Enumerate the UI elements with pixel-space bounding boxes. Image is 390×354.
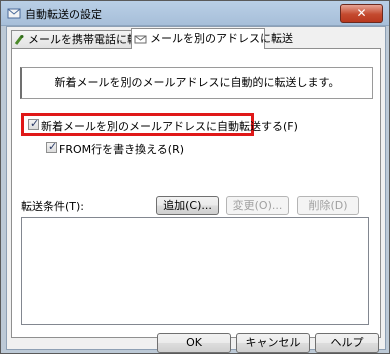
transfer-conditions-list[interactable] — [21, 217, 369, 325]
check-icon: ✓ — [48, 140, 58, 153]
add-button[interactable]: 追加(C)... — [156, 196, 219, 215]
tab-forward-to-address[interactable]: メールを別のアドレスに転送 — [131, 28, 293, 49]
tab-label: メールを別のアドレスに転送 — [150, 32, 293, 45]
close-icon: ✕ — [356, 6, 367, 20]
auto-forward-checkbox[interactable]: ✓ — [28, 117, 40, 130]
close-button[interactable]: ✕ — [340, 4, 383, 23]
transfer-conditions-label: 転送条件(T): — [21, 200, 85, 213]
mail-app-icon — [7, 8, 21, 19]
cancel-button[interactable]: キャンセル — [236, 333, 310, 353]
ok-button[interactable]: OK — [157, 333, 231, 353]
check-icon: ✓ — [30, 117, 40, 130]
settings-dialog: 自動転送の設定 ✕ メールを携帯電話に転送 メールを別のアドレスに転送 新着メー… — [0, 0, 390, 354]
dialog-body: メールを携帯電話に転送 メールを別のアドレスに転送 新着メールを別のメールアドレ… — [6, 26, 386, 353]
tab-forward-to-mobile[interactable]: メールを携帯電話に転送 — [11, 30, 149, 48]
title-bar[interactable]: 自動転送の設定 ✕ — [1, 1, 389, 26]
description-banner: 新着メールを別のメールアドレスに自動的に転送します。 — [20, 67, 373, 99]
edit-button[interactable]: 変更(O)... — [226, 196, 289, 215]
tab-panel: 新着メールを別のメールアドレスに自動的に転送します。 ✓ 新着メールを別のメール… — [11, 48, 381, 338]
delete-button[interactable]: 削除(D) — [297, 196, 359, 215]
mobile-phone-icon — [14, 35, 24, 45]
envelope-icon — [134, 35, 147, 43]
help-button[interactable]: ヘルプ — [315, 333, 379, 353]
rewrite-from-label[interactable]: FROM行を書き換える(R) — [59, 141, 184, 157]
window-title: 自動転送の設定 — [25, 8, 102, 21]
auto-forward-label[interactable]: 新着メールを別のメールアドレスに自動転送する(F) — [41, 118, 298, 134]
rewrite-from-checkbox[interactable]: ✓ — [46, 140, 58, 153]
